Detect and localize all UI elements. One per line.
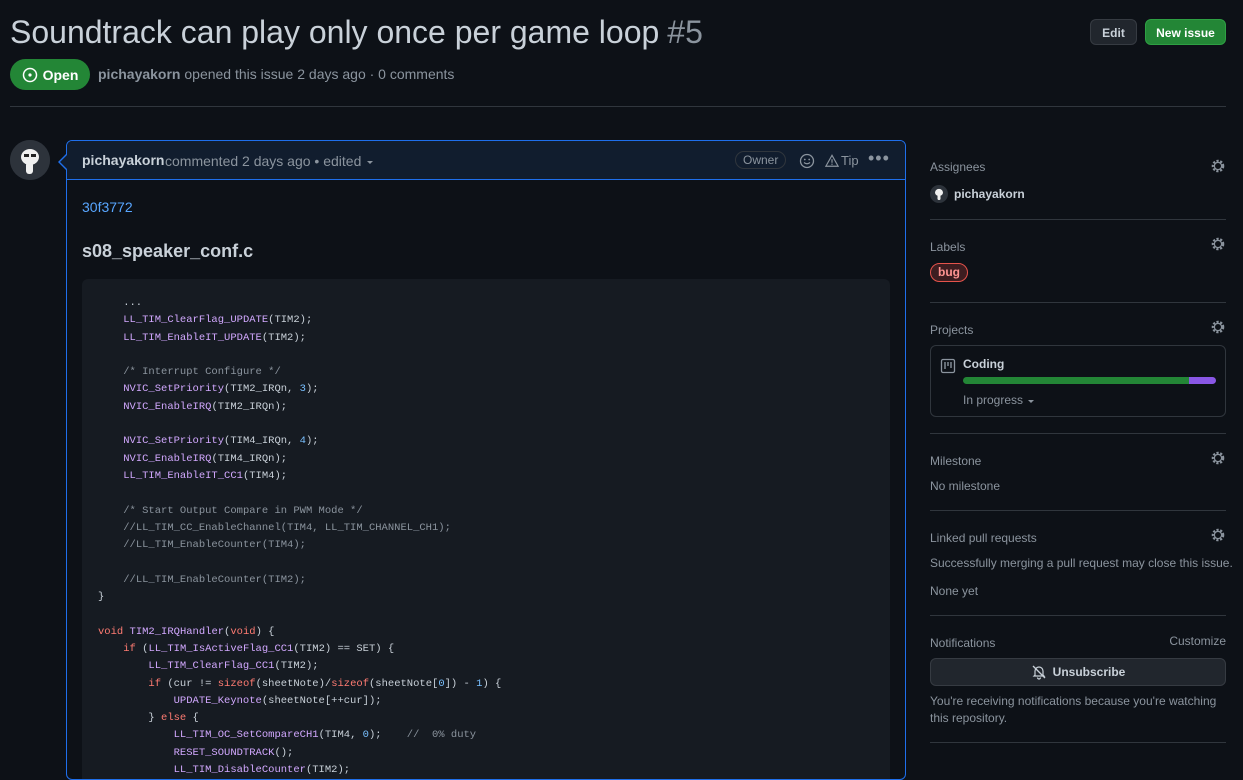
gear-icon[interactable]	[1210, 527, 1226, 543]
sidebar-assignees: Assignees	[930, 158, 1226, 174]
code-content: ... LL_TIM_ClearFlag_UPDATE(TIM2); LL_TI…	[98, 297, 502, 777]
project-progress-bar	[963, 377, 1216, 384]
tip-label: Tip	[841, 153, 859, 168]
comment-pointer-inner	[60, 155, 67, 169]
notifications-heading: Notifications	[930, 636, 996, 650]
new-issue-button[interactable]: New issue	[1145, 19, 1226, 45]
avatar[interactable]	[10, 140, 50, 180]
sidebar-labels: Labels	[930, 236, 1226, 254]
sidebar-divider	[930, 742, 1226, 743]
issue-number: #5	[667, 14, 703, 50]
unsubscribe-label: Unsubscribe	[1052, 665, 1126, 679]
issue-meta-text: opened this issue 2 days ago · 0 comment…	[184, 66, 455, 82]
triangle-down-icon	[1028, 399, 1035, 403]
sidebar-divider	[930, 615, 1226, 616]
sidebar-notifications: Notifications Customize	[930, 634, 1226, 650]
project-name[interactable]: Coding	[963, 357, 1004, 371]
alert-icon	[825, 153, 839, 167]
tip-button[interactable]: Tip	[825, 153, 859, 168]
sidebar-divider	[930, 433, 1226, 434]
issue-title-text: Soundtrack can play only once per game l…	[10, 14, 660, 50]
linked-prs-value: None yet	[930, 584, 979, 598]
edit-button[interactable]: Edit	[1090, 19, 1137, 45]
comment-header: pichayakorn commented 2 days ago • edite…	[67, 141, 905, 180]
project-status-label: In progress	[963, 393, 1024, 407]
projects-heading[interactable]: Projects	[930, 323, 973, 337]
customize-link[interactable]: Customize	[1169, 634, 1226, 648]
sidebar-divider	[930, 510, 1226, 511]
sidebar-linked-prs: Linked pull requests	[930, 527, 1226, 545]
gear-icon[interactable]	[1210, 319, 1226, 335]
bell-slash-icon	[1032, 665, 1046, 680]
issue-author-link[interactable]: pichayakorn	[98, 66, 180, 82]
progress-in-progress	[1189, 377, 1216, 384]
triangle-down-icon	[367, 161, 374, 165]
label-bug[interactable]: bug	[930, 263, 968, 282]
milestone-heading[interactable]: Milestone	[930, 454, 981, 468]
comment-meta-text: commented 2 days ago • edited	[165, 153, 362, 169]
commit-link[interactable]: 30f3772	[82, 199, 133, 215]
comment-author[interactable]: pichayakorn	[82, 152, 164, 168]
linked-prs-heading[interactable]: Linked pull requests	[930, 531, 1037, 545]
status-label: Open	[42, 66, 79, 83]
status-badge: Open	[10, 59, 90, 90]
assignee-item[interactable]: pichayakorn	[930, 185, 1025, 203]
owner-badge: Owner	[735, 151, 787, 169]
unsubscribe-button[interactable]: Unsubscribe	[930, 658, 1226, 686]
avatar	[930, 185, 948, 203]
issue-meta: pichayakorn opened this issue 2 days ago…	[98, 66, 454, 82]
project-icon	[940, 358, 956, 374]
assignees-heading[interactable]: Assignees	[930, 160, 985, 174]
issue-title: Soundtrack can play only once per game l…	[10, 10, 703, 54]
issue-comment: pichayakorn commented 2 days ago • edite…	[66, 140, 906, 780]
milestone-value: No milestone	[930, 479, 1001, 493]
gear-icon[interactable]	[1210, 158, 1226, 174]
sidebar-milestone: Milestone	[930, 450, 1226, 468]
code-block: ... LL_TIM_ClearFlag_UPDATE(TIM2); LL_TI…	[82, 279, 890, 779]
assignee-name: pichayakorn	[954, 187, 1025, 201]
project-status[interactable]: In progress	[963, 393, 1036, 407]
smiley-icon[interactable]	[799, 153, 815, 169]
notifications-reason: You're receiving notifications because y…	[930, 694, 1217, 725]
gear-icon[interactable]	[1210, 236, 1226, 252]
sidebar-projects: Projects	[930, 319, 1226, 337]
gear-icon[interactable]	[1210, 450, 1226, 466]
avatar-image	[10, 140, 50, 180]
header-divider	[10, 106, 1226, 107]
linked-prs-description: Successfully merging a pull request may …	[930, 556, 1233, 570]
labels-heading[interactable]: Labels	[930, 240, 965, 254]
sidebar-divider	[930, 302, 1226, 303]
progress-done	[963, 377, 1190, 384]
file-heading: s08_speaker_conf.c	[82, 241, 254, 261]
comment-meta[interactable]: commented 2 days ago • edited	[165, 153, 375, 169]
project-card[interactable]: Coding In progress	[930, 345, 1226, 417]
issue-opened-icon	[22, 67, 37, 82]
kebab-icon[interactable]: •••	[868, 148, 890, 169]
sidebar-divider	[930, 219, 1226, 220]
